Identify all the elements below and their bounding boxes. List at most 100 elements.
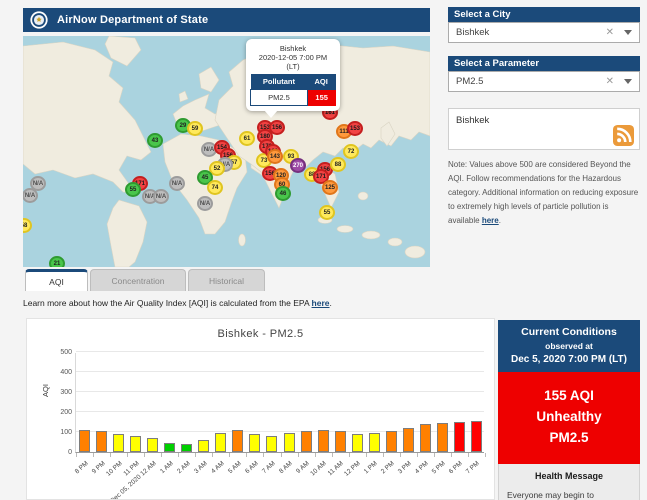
chart-bar — [471, 421, 482, 452]
aqi-marker[interactable]: 74 — [207, 180, 223, 195]
chart-x-tick-mark — [332, 453, 333, 457]
select-city-header: Select a City — [448, 7, 640, 22]
aqi-marker[interactable]: 59 — [187, 121, 203, 136]
popup-aqi-value: 155 — [307, 90, 335, 106]
city-dropdown-value: Bishkek — [456, 27, 606, 38]
chart-y-tick-label: 0 — [44, 449, 72, 456]
chart-bar — [232, 430, 243, 452]
app-header: AirNow Department of State — [23, 8, 430, 32]
learn-more-body: Learn more about how the Air Quality Ind… — [23, 298, 312, 308]
chart-x-tick-mark — [298, 453, 299, 457]
aqi-marker[interactable]: 72 — [343, 144, 359, 159]
aqi-marker[interactable]: 153 — [347, 121, 363, 136]
aqi-marker[interactable]: 143 — [267, 149, 283, 164]
chart-x-tick-mark — [315, 453, 316, 457]
chart-x-tick-mark — [434, 453, 435, 457]
city-dropdown[interactable]: Bishkek ✕ — [448, 22, 640, 43]
chart-x-tick-mark — [212, 453, 213, 457]
chart-x-tick-mark — [127, 453, 128, 457]
note-link[interactable]: here — [482, 216, 499, 225]
chart-bar — [215, 433, 226, 452]
health-message-text: Everyone may begin to experience health … — [507, 487, 631, 500]
world-map[interactable]: 432959N/AN/A582117155N/AN/AN/AN/A1541565… — [23, 36, 430, 267]
chart-title: Bishkek - PM2.5 — [27, 328, 494, 340]
aqi-marker[interactable]: 61 — [239, 131, 255, 146]
chart-y-tick-label: 100 — [44, 429, 72, 436]
chart-bar — [96, 431, 107, 452]
rss-city-label: Bishkek — [456, 115, 632, 126]
chart-bar — [318, 430, 329, 452]
aqi-marker[interactable]: 125 — [322, 180, 338, 195]
popup-aqi-header: AQI — [307, 74, 335, 90]
city-chevron-down-icon[interactable] — [624, 30, 632, 35]
health-message-title: Health Message — [507, 471, 631, 481]
rss-icon[interactable] — [613, 125, 634, 146]
chart-x-tick-mark — [246, 453, 247, 457]
rss-feed-box: Bishkek — [448, 108, 640, 150]
chart-gridline — [76, 351, 484, 352]
learn-more-suffix: . — [330, 298, 332, 308]
chart-gridline — [76, 391, 484, 392]
select-parameter-header: Select a Parameter — [448, 56, 640, 71]
chart-bar — [249, 434, 260, 452]
chart-bar — [198, 440, 209, 452]
chart-bar — [335, 431, 346, 452]
aqi-marker[interactable]: N/A — [169, 176, 185, 191]
chart-bar — [403, 428, 414, 452]
aqi-marker[interactable]: 55 — [125, 182, 141, 197]
chart-y-tick-label: 200 — [44, 409, 72, 416]
chart-x-tick-mark — [195, 453, 196, 457]
parameter-clear-icon[interactable]: ✕ — [606, 76, 614, 87]
aqi-marker[interactable]: 88 — [330, 157, 346, 172]
chart-bar — [130, 436, 141, 452]
tab-aqi[interactable]: AQI — [25, 269, 88, 291]
app-title: AirNow Department of State — [57, 14, 208, 26]
parameter-dropdown[interactable]: PM2.5 ✕ — [448, 71, 640, 92]
current-conditions-header: Current Conditions observed at Dec 5, 20… — [498, 320, 640, 372]
aqi-marker[interactable]: 21 — [49, 256, 65, 267]
parameter-dropdown-value: PM2.5 — [456, 76, 606, 87]
tab-concentration[interactable]: Concentration — [90, 269, 186, 291]
chart-bar — [352, 434, 363, 452]
chart-x-tick-mark — [417, 453, 418, 457]
popup-pollutant-header: Pollutant — [251, 74, 308, 90]
aqi-marker[interactable]: N/A — [153, 189, 169, 204]
aqi-marker[interactable]: N/A — [197, 196, 213, 211]
chart-y-tick-label: 500 — [44, 349, 72, 356]
observed-at-label: observed at — [502, 341, 636, 351]
aqi-marker[interactable]: 43 — [147, 133, 163, 148]
state-department-seal-icon — [30, 11, 48, 29]
chart-bar — [454, 422, 465, 452]
popup-timezone: (LT) — [250, 62, 336, 71]
chart-bar — [266, 436, 277, 452]
note-body: Note: Values above 500 are considered Be… — [448, 160, 638, 225]
chart-x-tick-mark — [144, 453, 145, 457]
chart-plot-area: 01002003004005008 PM9 PM10 PM11 PMDec 05… — [75, 353, 484, 453]
chart-bar — [164, 443, 175, 452]
learn-more-link[interactable]: here — [312, 298, 330, 308]
chart-x-tick-mark — [349, 453, 350, 457]
aqi-popup: Bishkek 2020-12-05 7:00 PM (LT) Pollutan… — [246, 39, 340, 111]
chart-x-tick-mark — [383, 453, 384, 457]
chart-x-tick-mark — [485, 453, 486, 457]
chart-bar — [147, 438, 158, 452]
city-clear-icon[interactable]: ✕ — [606, 27, 614, 38]
aqi-marker[interactable]: 46 — [275, 186, 291, 201]
aqi-category: Unhealthy — [502, 407, 636, 428]
aqi-value-line: 155 AQI — [502, 386, 636, 407]
tab-historical[interactable]: Historical — [188, 269, 265, 291]
chart-x-tick-mark — [281, 453, 282, 457]
popup-pollutant-value: PM2.5 — [251, 90, 308, 106]
popup-table: Pollutant AQI PM2.5 155 — [250, 74, 336, 106]
aqi-marker[interactable]: 55 — [319, 205, 335, 220]
chart-bar — [420, 424, 431, 452]
popup-datetime: 2020-12-05 7:00 PM — [250, 53, 336, 62]
chart-bar — [79, 430, 90, 452]
parameter-chevron-down-icon[interactable] — [624, 79, 632, 84]
chart-bar — [113, 434, 124, 452]
chart-x-tick-mark — [178, 453, 179, 457]
chart-x-tick-mark — [400, 453, 401, 457]
chart-bar — [386, 431, 397, 452]
observed-datetime: Dec 5, 2020 7:00 PM (LT) — [502, 354, 636, 365]
chart-x-tick-mark — [161, 453, 162, 457]
